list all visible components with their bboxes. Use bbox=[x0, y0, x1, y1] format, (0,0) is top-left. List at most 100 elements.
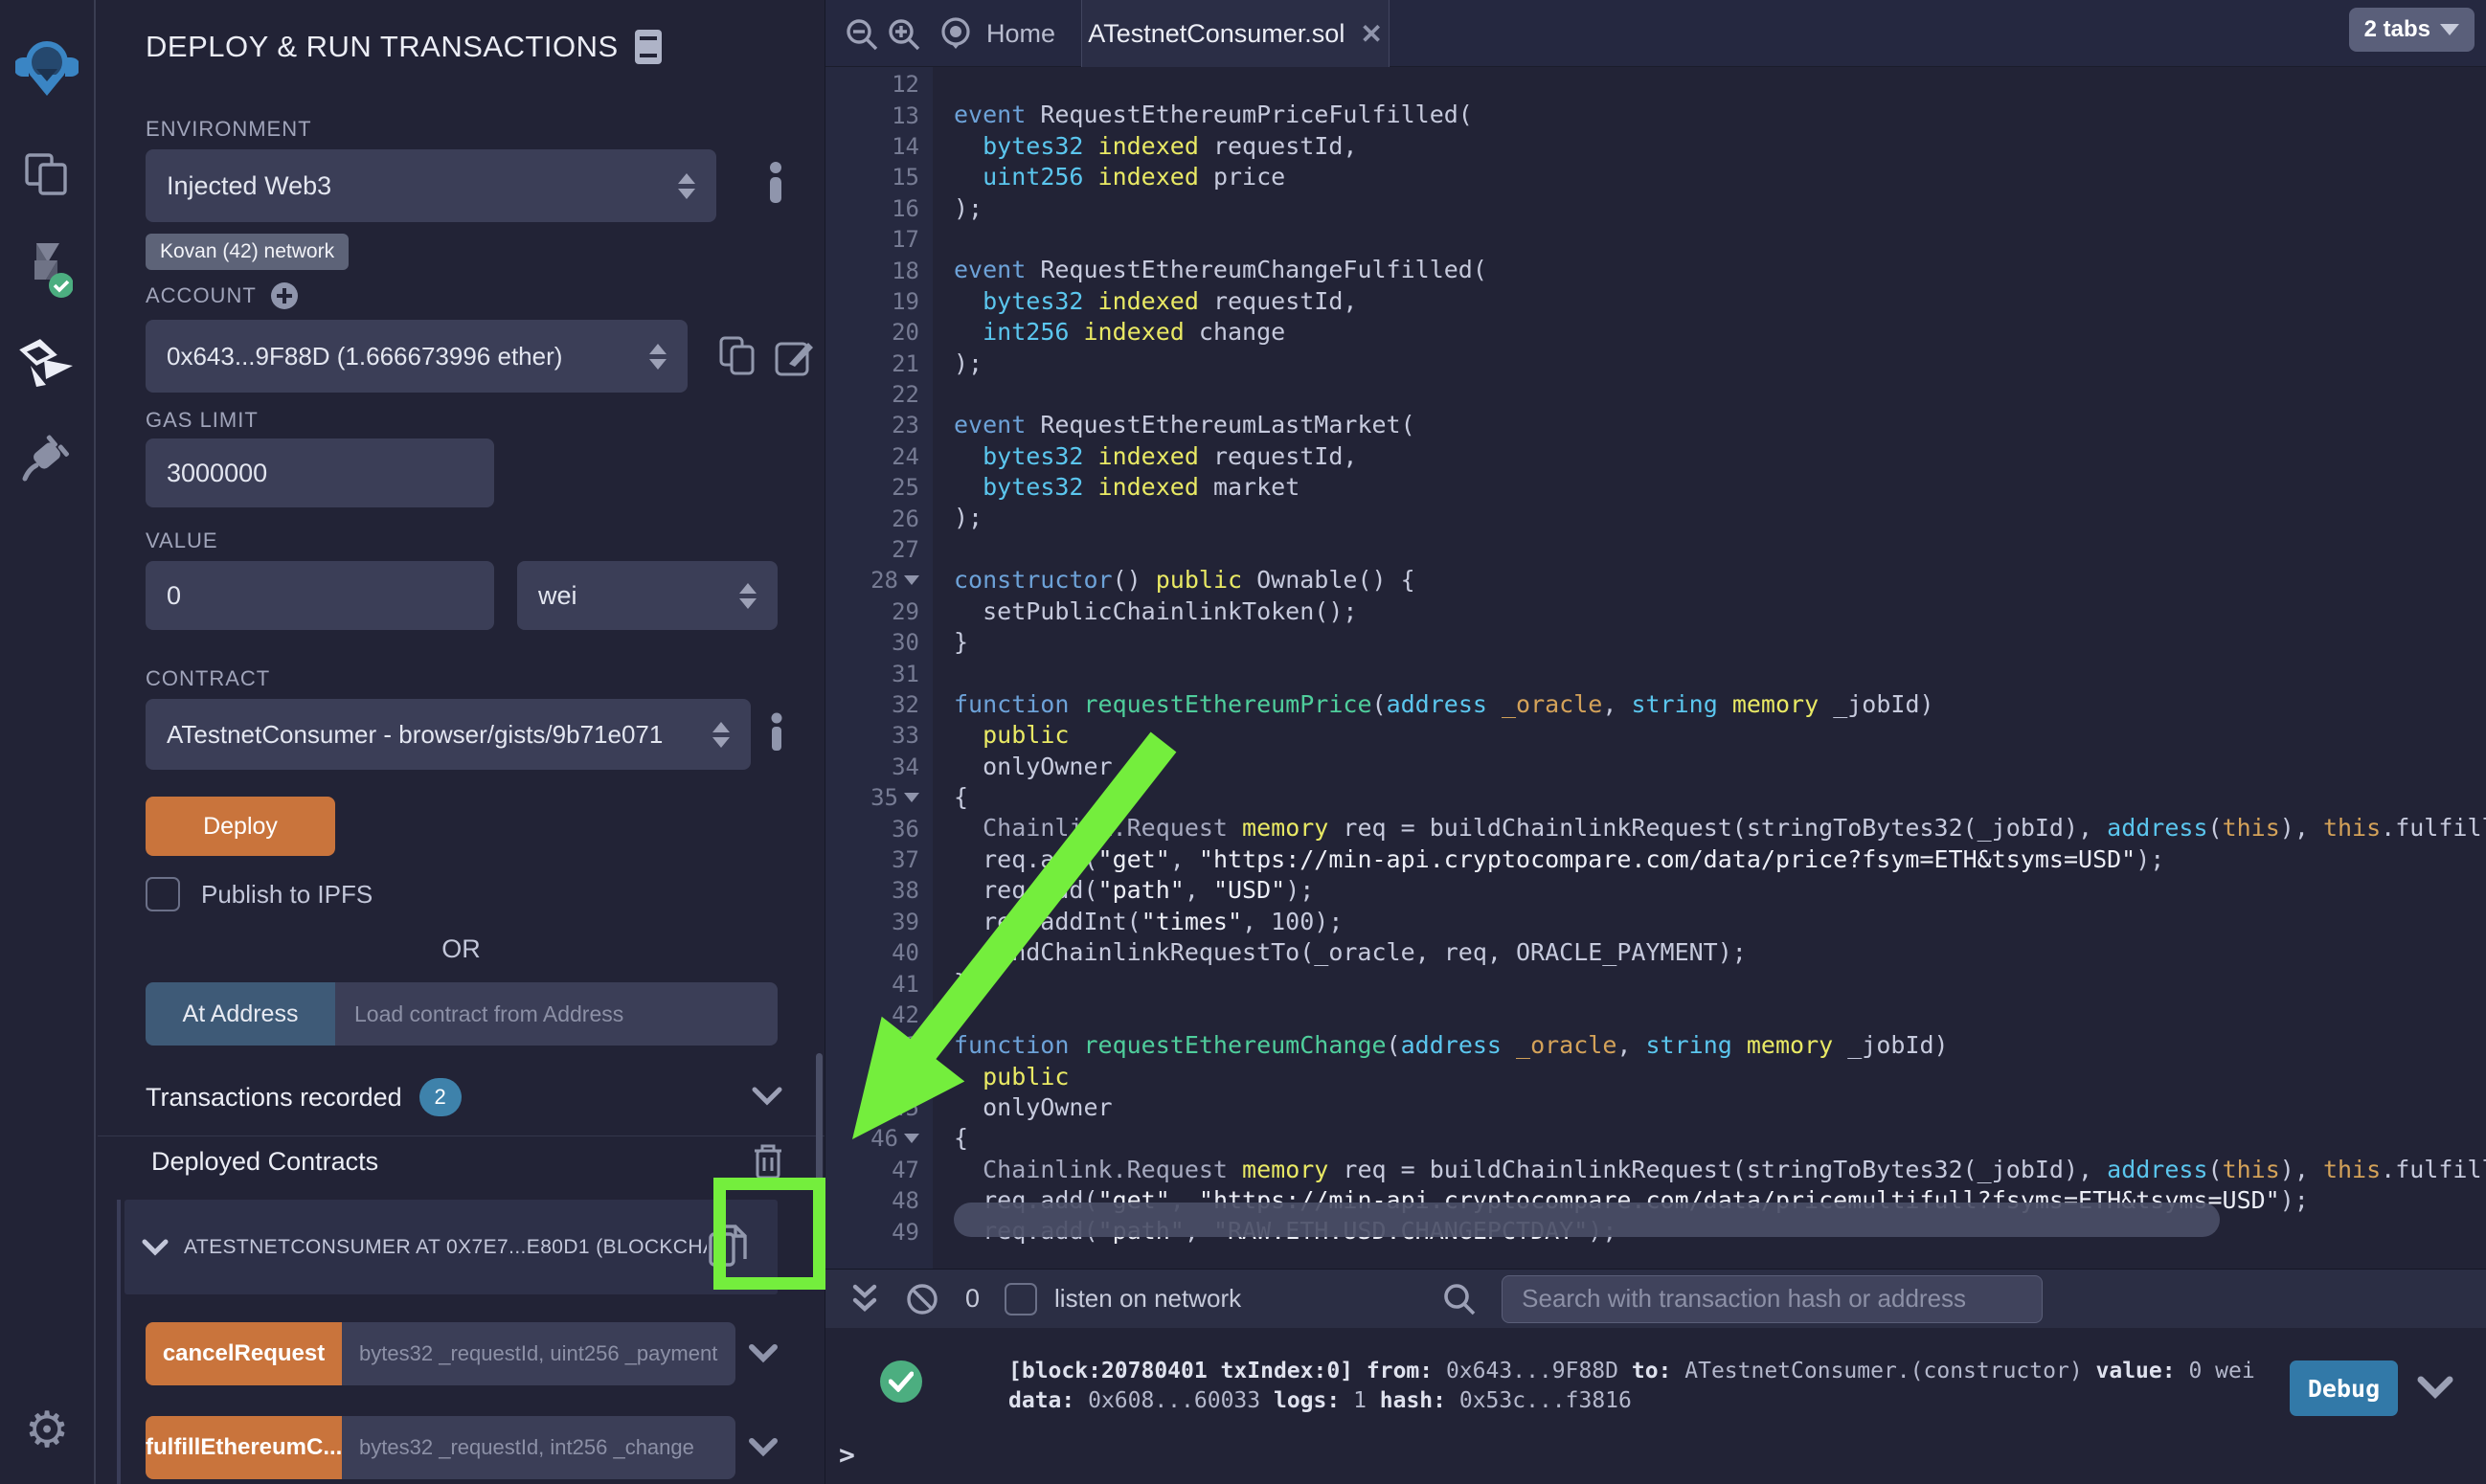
editor-tabbar: Home ATestnetConsumer.sol ✕ 2 tabs bbox=[825, 0, 2486, 67]
environment-label: ENVIRONMENT bbox=[146, 117, 312, 142]
gas-limit-input[interactable] bbox=[146, 438, 494, 507]
chevron-down-icon[interactable] bbox=[751, 1086, 783, 1107]
line-number: 25 bbox=[825, 472, 933, 503]
code-viewport[interactable]: 1213141516171819202122232425262728293031… bbox=[825, 67, 2486, 1269]
tab-home-label: Home bbox=[986, 19, 1055, 49]
line-number: 32 bbox=[825, 689, 933, 720]
line-number: 20 bbox=[825, 317, 933, 348]
value-unit: wei bbox=[538, 581, 730, 611]
fulfill-ethereum-change-button[interactable]: fulfillEthereumC... bbox=[146, 1416, 342, 1479]
remix-logo-icon[interactable] bbox=[0, 36, 94, 100]
tab-home[interactable]: Home bbox=[925, 0, 1069, 67]
tab-active-file[interactable]: ATestnetConsumer.sol ✕ bbox=[1081, 0, 1390, 67]
deploy-and-run-icon[interactable] bbox=[0, 337, 94, 393]
deploy-button[interactable]: Deploy bbox=[146, 797, 335, 856]
fold-arrow-icon[interactable] bbox=[904, 793, 919, 802]
chevron-down-icon[interactable] bbox=[749, 1438, 778, 1457]
line-number: 16 bbox=[825, 193, 933, 224]
transactions-recorded-row[interactable]: Transactions recorded 2 bbox=[146, 1078, 462, 1116]
code-gutter: 1213141516171819202122232425262728293031… bbox=[825, 69, 933, 1248]
code-line: public bbox=[954, 720, 2486, 751]
code-line: event RequestEthereumChangeFulfilled( bbox=[954, 255, 2486, 285]
transaction-log-entry[interactable]: [block:20780401 txIndex:0] from: 0x643..… bbox=[880, 1357, 2255, 1416]
account-label: ACCOUNT bbox=[146, 283, 257, 308]
tab-file-label: ATestnetConsumer.sol bbox=[1088, 19, 1345, 49]
plugin-manager-icon[interactable] bbox=[0, 433, 94, 486]
select-arrows-icon bbox=[739, 583, 757, 609]
trash-icon[interactable] bbox=[751, 1141, 785, 1181]
icon-rail: ⚙ bbox=[0, 0, 96, 1484]
copy-account-icon[interactable] bbox=[718, 335, 757, 377]
divider bbox=[98, 1135, 825, 1136]
docs-icon[interactable] bbox=[634, 29, 663, 65]
chevron-down-icon[interactable] bbox=[142, 1239, 169, 1256]
code-line: { bbox=[954, 1123, 2486, 1154]
network-badge: Kovan (42) network bbox=[146, 234, 349, 270]
line-number: 49 bbox=[825, 1216, 933, 1247]
value-input[interactable] bbox=[146, 561, 494, 630]
contract-select[interactable]: ATestnetConsumer - browser/gists/9b71e07… bbox=[146, 699, 751, 770]
transactions-count-badge: 2 bbox=[419, 1078, 462, 1116]
edit-account-icon[interactable] bbox=[774, 337, 814, 377]
transaction-log-text: [block:20780401 txIndex:0] from: 0x643..… bbox=[1008, 1357, 2255, 1416]
code-line: Chainlink.Request memory req = buildChai… bbox=[954, 1155, 2486, 1185]
transactions-recorded-label: Transactions recorded bbox=[146, 1083, 402, 1113]
chevron-down-icon[interactable] bbox=[2417, 1376, 2453, 1401]
at-address-input[interactable] bbox=[335, 982, 778, 1046]
line-number: 46 bbox=[825, 1123, 933, 1154]
environment-select[interactable]: Injected Web3 bbox=[146, 149, 716, 222]
line-number: 17 bbox=[825, 224, 933, 255]
account-label-row: ACCOUNT bbox=[146, 281, 299, 310]
cancel-request-params-input[interactable] bbox=[342, 1322, 735, 1385]
code-line: ); bbox=[954, 503, 2486, 533]
line-number: 29 bbox=[825, 596, 933, 627]
listen-network-checkbox[interactable] bbox=[1005, 1283, 1037, 1315]
terminal-prompt[interactable]: > bbox=[839, 1439, 855, 1471]
zoom-in-icon[interactable] bbox=[887, 17, 921, 52]
tabs-count-dropdown[interactable]: 2 tabs bbox=[2349, 8, 2475, 52]
code-line: bytes32 indexed market bbox=[954, 472, 2486, 503]
annotation-highlight-box bbox=[713, 1178, 825, 1290]
expand-terminal-icon[interactable] bbox=[850, 1283, 879, 1315]
select-arrows-icon bbox=[712, 722, 730, 748]
file-explorer-icon[interactable] bbox=[0, 151, 94, 199]
environment-info-icon[interactable] bbox=[768, 161, 783, 203]
code-line: function requestEthereumChange(address _… bbox=[954, 1030, 2486, 1061]
debug-button[interactable]: Debug bbox=[2290, 1360, 2398, 1416]
terminal-toolbar: 0 listen on network bbox=[825, 1269, 2486, 1328]
line-number: 30 bbox=[825, 627, 933, 658]
value-unit-select[interactable]: wei bbox=[517, 561, 778, 630]
code-line: { bbox=[954, 782, 2486, 813]
clear-console-icon[interactable] bbox=[904, 1281, 940, 1317]
line-number: 43 bbox=[825, 1030, 933, 1061]
publish-ipfs-checkbox[interactable] bbox=[146, 877, 180, 911]
line-number: 38 bbox=[825, 875, 933, 906]
line-number: 31 bbox=[825, 658, 933, 688]
terminal-search-input[interactable] bbox=[1502, 1275, 2043, 1323]
line-number: 44 bbox=[825, 1062, 933, 1092]
fold-arrow-icon[interactable] bbox=[904, 1134, 919, 1143]
tabs-count-label: 2 tabs bbox=[2364, 16, 2430, 43]
settings-gear-icon[interactable]: ⚙ bbox=[0, 1405, 94, 1455]
code-line bbox=[954, 534, 2486, 565]
zoom-out-icon[interactable] bbox=[845, 17, 879, 52]
chevron-down-icon[interactable] bbox=[749, 1344, 778, 1363]
cancel-request-button[interactable]: cancelRequest bbox=[146, 1322, 342, 1385]
contract-info-icon[interactable] bbox=[770, 712, 783, 751]
add-account-icon[interactable] bbox=[270, 281, 299, 310]
fold-arrow-icon[interactable] bbox=[904, 575, 919, 585]
horizontal-scrollbar[interactable] bbox=[954, 1203, 2220, 1237]
line-number: 21 bbox=[825, 349, 933, 379]
fulfill-params-input[interactable] bbox=[342, 1416, 735, 1479]
home-icon bbox=[938, 16, 973, 51]
at-address-button[interactable]: At Address bbox=[146, 982, 335, 1046]
instance-label: ATESTNETCONSUMER AT 0X7E7...E80D1 (BLOCK… bbox=[184, 1236, 707, 1259]
value-label: VALUE bbox=[146, 528, 218, 553]
close-tab-icon[interactable]: ✕ bbox=[1360, 18, 1382, 50]
gas-limit-label: GAS LIMIT bbox=[146, 408, 259, 433]
code-line bbox=[954, 379, 2486, 410]
account-select[interactable]: 0x643...9F88D (1.666673996 ether) bbox=[146, 320, 688, 393]
code-line: int256 indexed change bbox=[954, 317, 2486, 348]
deployed-contract-instance[interactable]: ATESTNETCONSUMER AT 0X7E7...E80D1 (BLOCK… bbox=[124, 1200, 778, 1294]
solidity-compiler-icon[interactable] bbox=[0, 241, 94, 299]
